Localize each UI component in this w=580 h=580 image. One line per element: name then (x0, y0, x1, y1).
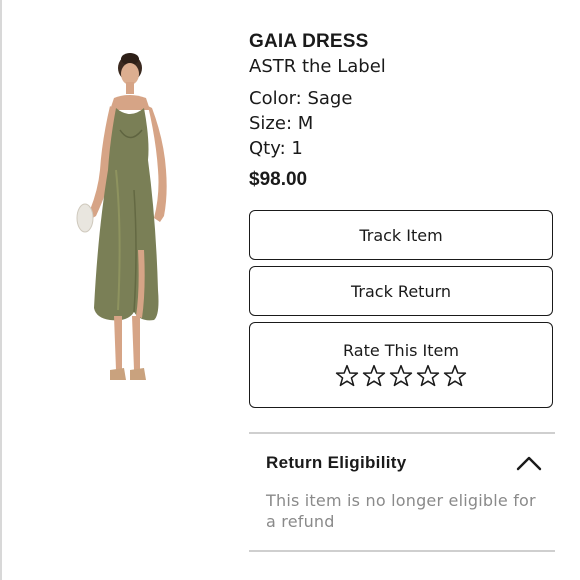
product-brand: ASTR the Label (249, 56, 386, 77)
star-icon[interactable] (415, 363, 441, 389)
rate-item-box: Rate This Item (249, 322, 553, 408)
track-return-label: Track Return (350, 281, 452, 301)
star-icon[interactable] (361, 363, 387, 389)
return-eligibility-toggle[interactable]: Return Eligibility (266, 450, 542, 476)
star-rating (334, 363, 468, 389)
product-price: $98.00 (249, 169, 308, 190)
chevron-up-icon[interactable] (516, 455, 542, 471)
track-item-label: Track Item (359, 225, 443, 245)
product-details: GAIA DRESS ASTR the Label Color: Sage Si… (249, 30, 559, 193)
star-icon[interactable] (334, 363, 360, 389)
product-size: Size: M (249, 113, 314, 134)
product-image (76, 53, 167, 380)
product-color: Color: Sage (249, 88, 353, 109)
divider (249, 550, 555, 552)
track-return-button[interactable]: Track Return (249, 266, 553, 316)
rate-item-label: Rate This Item (343, 341, 459, 360)
star-icon[interactable] (442, 363, 468, 389)
left-border (0, 0, 2, 580)
return-eligibility-title: Return Eligibility (266, 453, 407, 472)
divider (249, 432, 555, 434)
track-item-button[interactable]: Track Item (249, 210, 553, 260)
return-eligibility-message: This item is no longer eligible for a re… (266, 491, 536, 531)
product-name: GAIA DRESS (249, 31, 369, 52)
product-qty: Qty: 1 (249, 138, 303, 159)
star-icon[interactable] (388, 363, 414, 389)
